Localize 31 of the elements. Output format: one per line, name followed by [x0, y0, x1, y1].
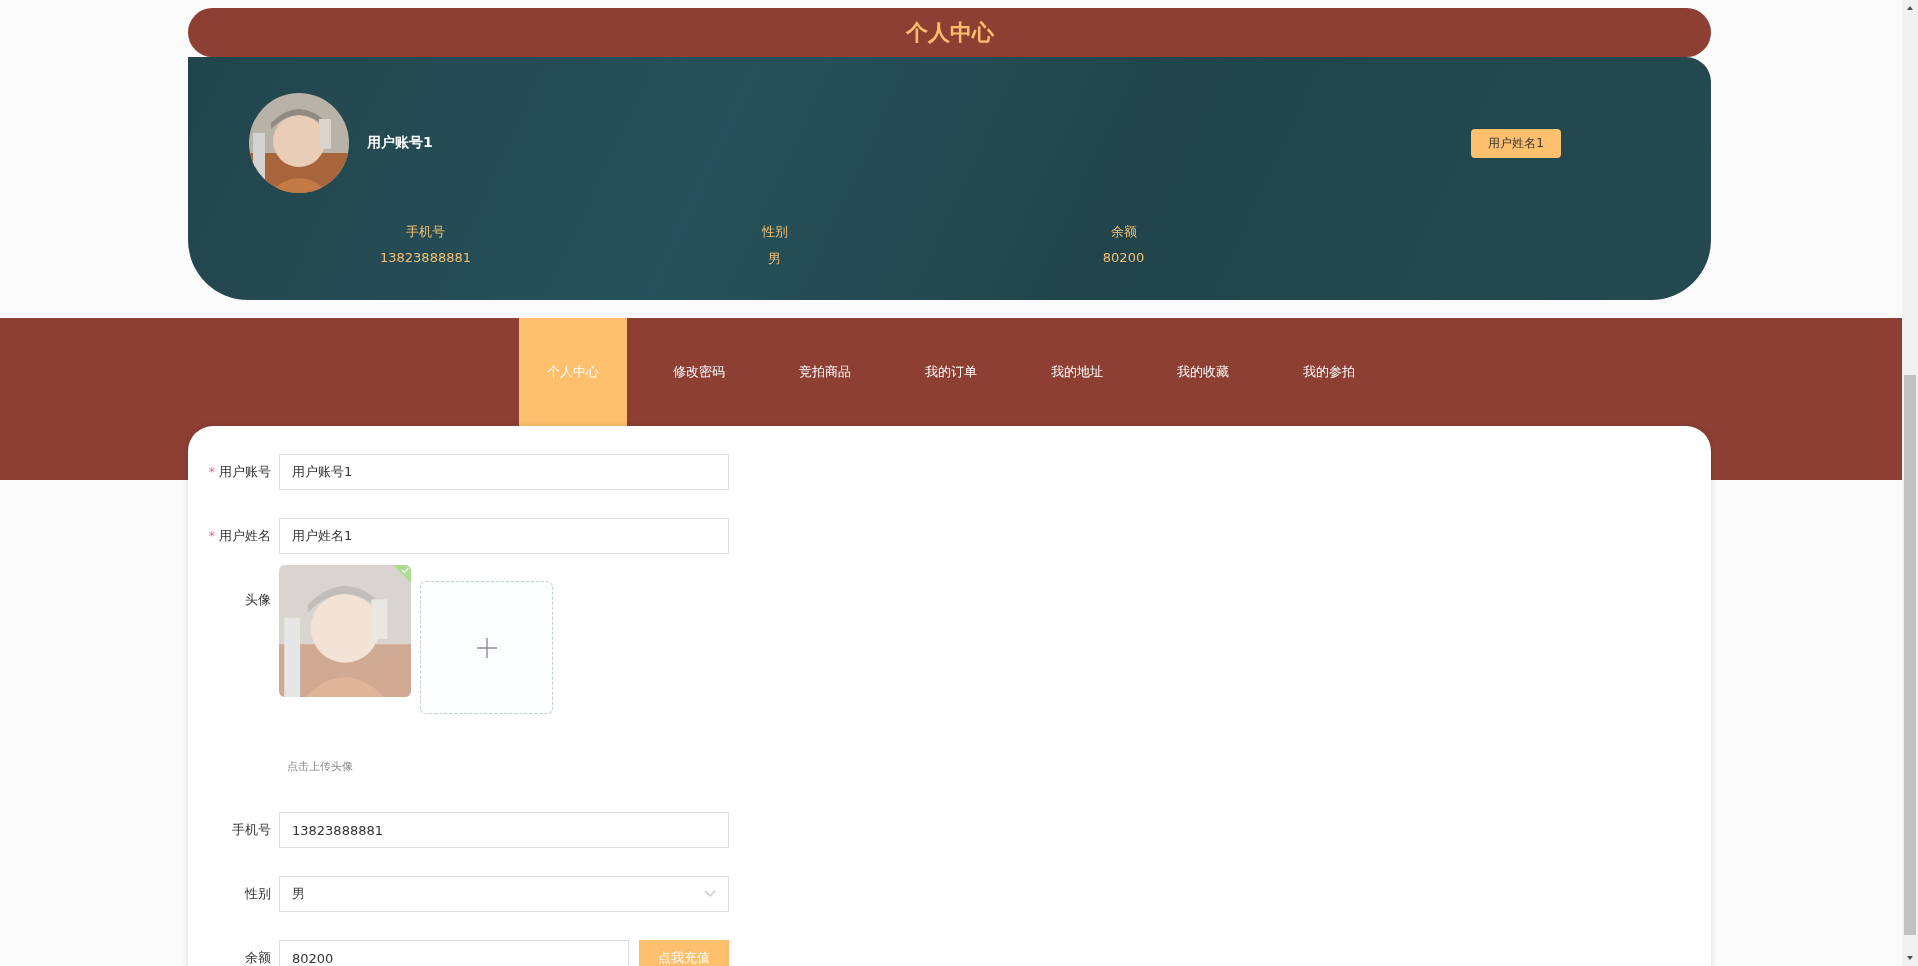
input-field[interactable]: 13823888881	[279, 812, 729, 848]
nav-tab[interactable]: 我的收藏	[1149, 318, 1257, 426]
upload-area[interactable]	[420, 581, 553, 714]
account-name: 用户账号1	[367, 134, 434, 152]
nav-tab[interactable]: 修改密码	[645, 318, 753, 426]
stat-label: 手机号	[406, 223, 445, 241]
field-label: * 用户姓名	[207, 527, 272, 545]
input-field[interactable]: 用户账号1	[279, 454, 729, 490]
stat-value: 男	[768, 250, 781, 268]
stat-value: 13823888881	[380, 250, 471, 265]
stat-value: 80200	[1102, 250, 1145, 265]
chevron-down-icon	[704, 890, 716, 898]
upload-hint: 点击上传头像	[287, 759, 354, 774]
nav-tab[interactable]: 我的订单	[897, 318, 1005, 426]
check-icon	[393, 565, 411, 583]
select-field[interactable]: 男	[279, 876, 729, 912]
plus-icon	[476, 637, 497, 658]
field-label: 手机号	[231, 821, 272, 839]
input-field[interactable]: 80200	[279, 940, 629, 966]
user-name-badge: 用户姓名1	[1471, 128, 1561, 158]
input-field[interactable]: 用户姓名1	[279, 518, 729, 554]
field-label: 余额	[244, 949, 272, 966]
nav-tab[interactable]: 我的地址	[1023, 318, 1131, 426]
page-title: 个人中心	[905, 18, 994, 47]
stat-label: 余额	[1110, 223, 1137, 241]
field-label: 头像	[244, 591, 272, 609]
field-label: 性别	[244, 885, 272, 903]
nav-tab[interactable]: 我的参拍	[1275, 318, 1383, 426]
stat-label: 性别	[761, 223, 788, 241]
field-label: * 用户账号	[207, 463, 272, 481]
nav-tab[interactable]: 竞拍商品	[771, 318, 879, 426]
